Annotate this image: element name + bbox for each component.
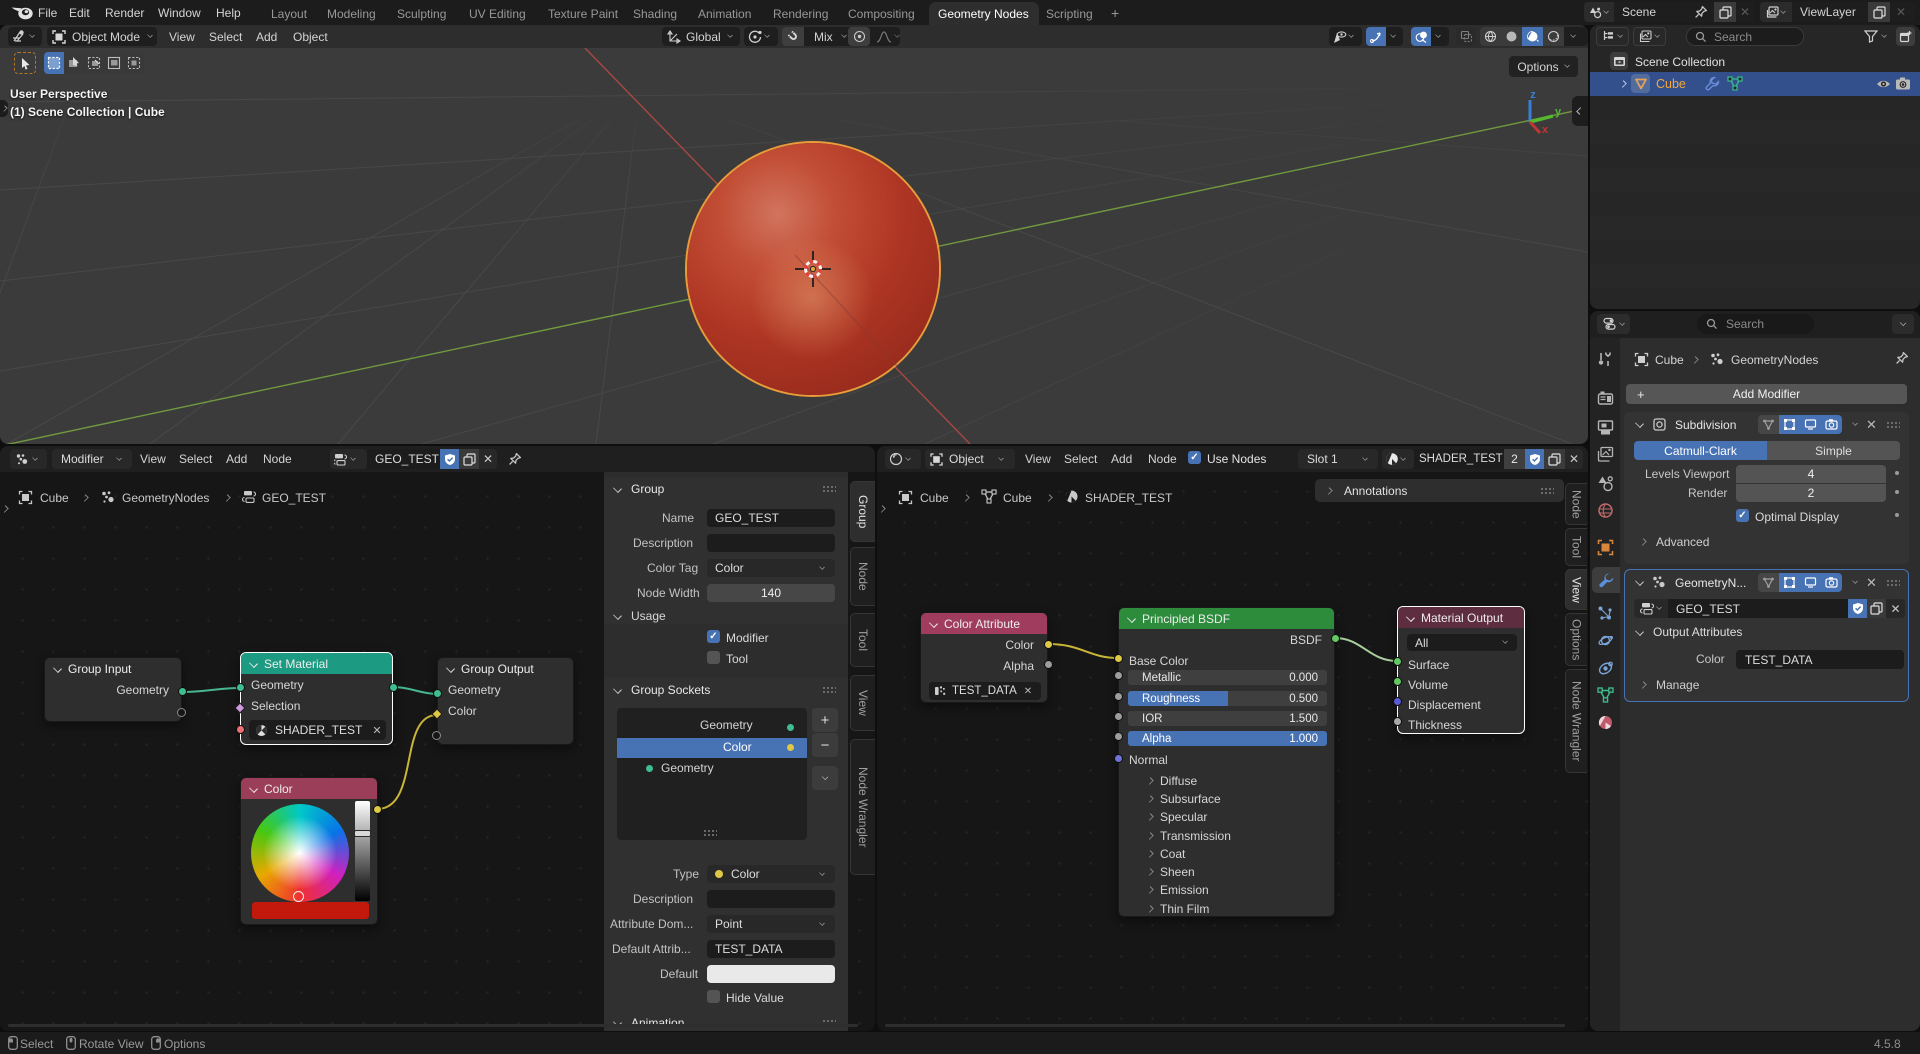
svg-text:z: z — [1530, 89, 1536, 101]
svg-text:x: x — [1542, 124, 1549, 136]
svg-text:y: y — [1555, 106, 1562, 118]
